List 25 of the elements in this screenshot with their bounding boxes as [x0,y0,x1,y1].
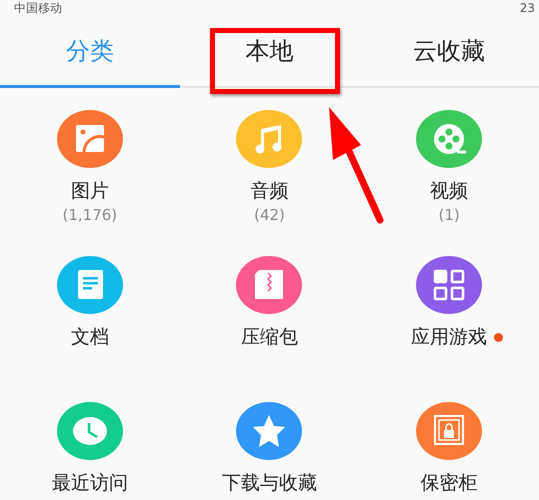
category-label[interactable]: 音频 [250,178,288,204]
apps-category-icon[interactable] [416,256,482,314]
category-label[interactable]: 文档 [70,324,109,350]
safe-category-icon[interactable] [416,402,482,460]
clock-time: 23 [520,1,535,15]
carrier-name: 中国移动 [14,0,62,16]
video-category-icon[interactable] [416,110,482,168]
item-count: (42) [254,206,285,224]
recent-category-icon[interactable] [56,402,123,460]
music-category-icon[interactable] [236,110,302,168]
category-label[interactable]: 应用游戏 [411,324,488,350]
tab[interactable]: 本地 [180,16,360,88]
category-label[interactable]: 视频 [430,178,468,204]
image-category-icon[interactable] [56,110,123,168]
category-label[interactable]: 最近访问 [52,470,128,496]
category-label[interactable]: 下载与收藏 [222,470,317,496]
favorite-category-icon[interactable] [236,402,302,460]
category-label[interactable]: 图片 [70,178,109,204]
category-label[interactable]: 保密柜 [420,470,478,496]
item-count: (1) [438,206,460,224]
item-count: (1,176) [62,206,118,224]
category-label[interactable]: 压缩包 [240,324,298,350]
tab[interactable]: 云收藏 [359,16,539,88]
document-category-icon[interactable] [56,256,123,314]
archive-category-icon[interactable] [236,256,302,314]
